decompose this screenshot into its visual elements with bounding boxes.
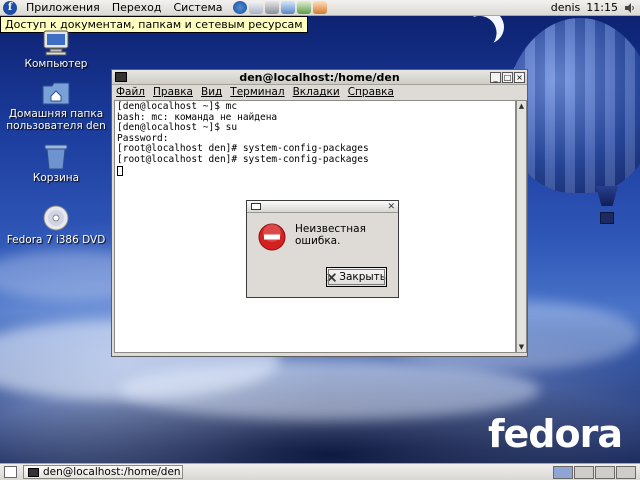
close-button-label: Закрыть <box>339 271 386 283</box>
error-dialog[interactable]: ✕ Неизвестная ошибка. Закрыть <box>246 200 399 298</box>
fedora-menu-icon[interactable]: f <box>3 0 17 15</box>
terminal-line: [den@localhost ~]$ su <box>117 122 238 133</box>
window-controls: _ □ × <box>490 71 525 83</box>
office-writer-icon[interactable] <box>280 1 295 14</box>
menu-view[interactable]: Вид <box>201 86 222 98</box>
panel-tray: denis 11:15 <box>551 1 640 14</box>
desktop-icon-label: Компьютер <box>24 58 88 70</box>
terminal-menubar: Файл Правка Вид Терминал Вкладки Справка <box>112 85 527 99</box>
user-name[interactable]: denis <box>551 1 581 14</box>
menu-edit[interactable]: Правка <box>153 86 193 98</box>
window-title: den@localhost:/home/den <box>239 70 400 84</box>
desktop-icon-home[interactable]: Домашняя папка пользователя den <box>6 80 106 132</box>
workspace-4[interactable] <box>616 465 636 479</box>
desktop-icon-computer[interactable]: Компьютер <box>6 30 106 70</box>
terminal-scrollbar[interactable]: ▲ ▼ <box>516 100 527 353</box>
launcher-bar <box>232 1 327 14</box>
fedora-logo: fedora <box>488 412 623 456</box>
desktop-icon-label: Fedora 7 i386 DVD <box>6 234 106 246</box>
workspace-1[interactable] <box>553 465 573 479</box>
mail-icon[interactable] <box>248 1 263 14</box>
taskbar-button-terminal[interactable]: den@localhost:/home/den <box>23 465 183 479</box>
menu-file[interactable]: Файл <box>116 86 145 98</box>
menu-applications[interactable]: Приложения <box>20 0 106 16</box>
close-x-icon <box>327 272 336 282</box>
desktop-icon-label: Домашняя папка пользователя den <box>6 108 106 132</box>
home-folder-icon <box>42 82 70 105</box>
scroll-up-icon[interactable]: ▲ <box>517 101 526 111</box>
terminal-line: [den@localhost ~]$ mc <box>117 101 238 112</box>
clock[interactable]: 11:15 <box>586 1 618 14</box>
dialog-close-icon[interactable]: ✕ <box>387 202 395 212</box>
dvd-icon <box>43 205 69 231</box>
terminal-line: [root@localhost den]# system-config-pack… <box>117 153 369 165</box>
workspace-3[interactable] <box>595 465 615 479</box>
terminal-line: [root@localhost den]# system-config-pack… <box>117 143 369 154</box>
balloon-neck <box>596 186 618 206</box>
dialog-window-icon <box>251 203 261 210</box>
office-impress-icon[interactable] <box>312 1 327 14</box>
workspace-2[interactable] <box>574 465 594 479</box>
desktop-icon-trash[interactable]: Корзина <box>6 142 106 184</box>
taskbar-button-label: den@localhost:/home/den <box>43 466 181 478</box>
menu-terminal[interactable]: Терминал <box>230 86 284 98</box>
close-dialog-button[interactable]: Закрыть <box>326 267 387 287</box>
menu-tabs[interactable]: Вкладки <box>293 86 340 98</box>
terminal-titlebar[interactable]: den@localhost:/home/den _ □ × <box>112 70 527 85</box>
computer-icon <box>43 30 69 56</box>
scroll-down-icon[interactable]: ▼ <box>517 342 526 352</box>
bottom-panel: den@localhost:/home/den <box>0 463 640 480</box>
top-panel: f Приложения Переход Система denis 11:15 <box>0 0 640 16</box>
office-calc-icon[interactable] <box>296 1 311 14</box>
menu-places[interactable]: Переход <box>106 0 168 16</box>
menu-help[interactable]: Справка <box>348 86 394 98</box>
dialog-titlebar[interactable]: ✕ <box>247 201 398 213</box>
desktop-icon-dvd[interactable]: Fedora 7 i386 DVD <box>6 204 106 246</box>
balloon-basket <box>600 212 614 224</box>
trash-icon <box>44 144 68 170</box>
minimize-button[interactable]: _ <box>490 71 501 83</box>
terminal-icon <box>28 467 39 477</box>
web-browser-icon[interactable] <box>232 1 247 14</box>
workspace-switcher <box>553 465 636 479</box>
network-icon[interactable] <box>264 1 279 14</box>
menu-system[interactable]: Система <box>167 0 228 16</box>
error-icon <box>258 223 286 251</box>
maximize-button[interactable]: □ <box>502 71 513 83</box>
cloud <box>120 360 540 420</box>
desktop-icon-label: Корзина <box>32 172 80 184</box>
volume-icon[interactable] <box>624 2 636 14</box>
show-desktop-icon[interactable] <box>4 466 17 478</box>
close-button[interactable]: × <box>514 71 525 83</box>
error-message: Неизвестная ошибка. <box>295 223 366 247</box>
terminal-cursor <box>117 165 123 176</box>
